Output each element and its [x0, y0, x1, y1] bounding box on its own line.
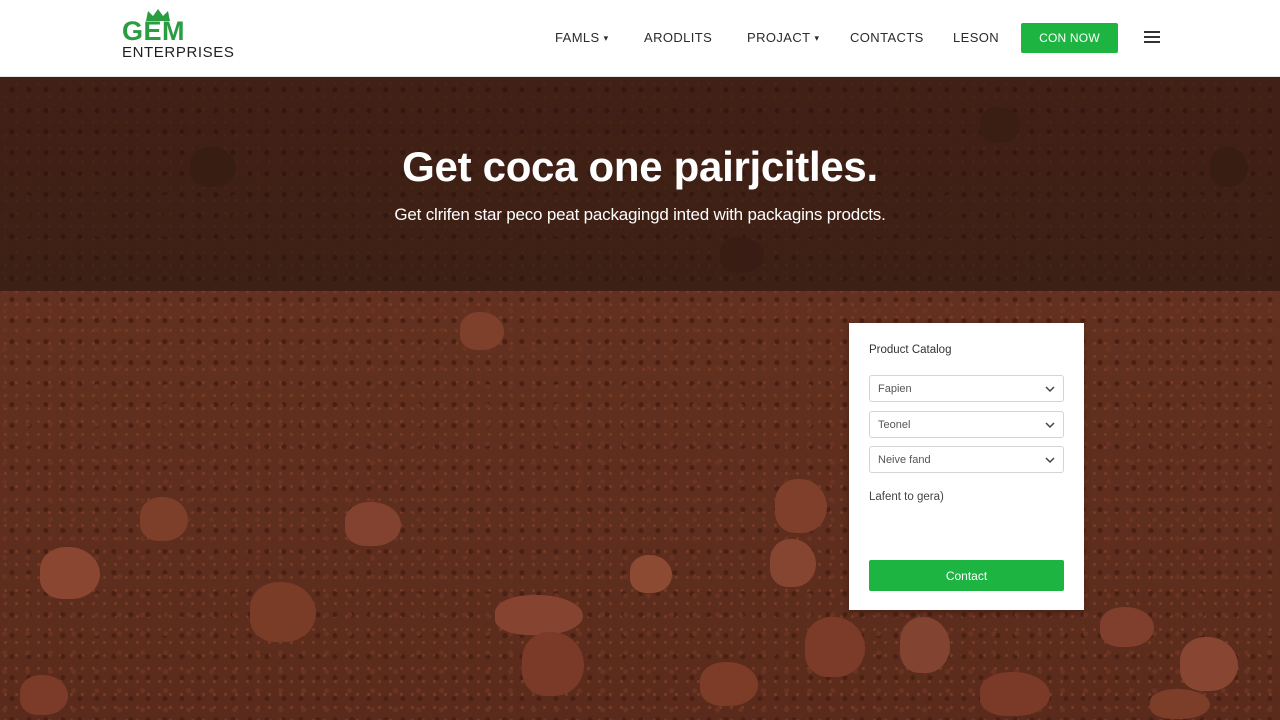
select-value: Fapien [878, 383, 912, 395]
site-header: GEM ENTERPRISES FAMLS ▾ ARODLITS PROJACT ▾… [0, 0, 1280, 77]
nav-item-famls[interactable]: FAMLS ▾ [555, 29, 609, 47]
catalog-select-3[interactable]: Neive fand [869, 446, 1064, 473]
hamburger-menu-icon[interactable] [1144, 31, 1160, 45]
nav-item-label: FAMLS [555, 30, 600, 45]
nav-item-label: ARODLITS [644, 30, 713, 45]
catalog-note: Lafent to gera) [869, 491, 944, 503]
nav-item-arodlits[interactable]: ARODLITS [644, 29, 712, 47]
nav-item-label: LESON [953, 30, 1000, 45]
brand-subtitle: ENTERPRISES [122, 44, 235, 61]
select-value: Neive fand [878, 454, 931, 466]
hero-subtitle: Get clrifen star peco peat packagingd in… [394, 205, 886, 224]
nav-item-projact[interactable]: PROJACT ▾ [747, 29, 819, 47]
catalog-select-2[interactable]: Teonel [869, 411, 1064, 438]
catalog-title: Product Catalog [869, 344, 952, 356]
nav-item-label: CONTACTS [850, 30, 924, 45]
nav-item-leson[interactable]: LESON [953, 29, 999, 47]
contact-button[interactable]: Contact [869, 560, 1064, 591]
select-value: Teonel [878, 419, 911, 431]
hero-section: Get coca one pairjcitles. Get clrifen st… [0, 77, 1280, 720]
product-catalog-card: Product Catalog Fapien Teonel Neive fand… [849, 323, 1084, 610]
catalog-select-1[interactable]: Fapien [869, 375, 1064, 402]
chevron-down-icon [1045, 457, 1055, 464]
con-now-button[interactable]: CON NOW [1021, 23, 1118, 53]
chevron-down-icon [1045, 422, 1055, 429]
brand-logo[interactable]: GEM ENTERPRISES [122, 8, 235, 64]
caret-down-icon: ▾ [814, 33, 820, 43]
nav-item-contacts[interactable]: CONTACTS [850, 29, 924, 47]
nav-item-label: PROJACT [747, 30, 811, 45]
chevron-down-icon [1045, 386, 1055, 393]
hero-title: Get coca one pairjcitles. [402, 143, 878, 190]
brand-name: GEM [122, 16, 186, 46]
caret-down-icon: ▾ [603, 33, 609, 43]
